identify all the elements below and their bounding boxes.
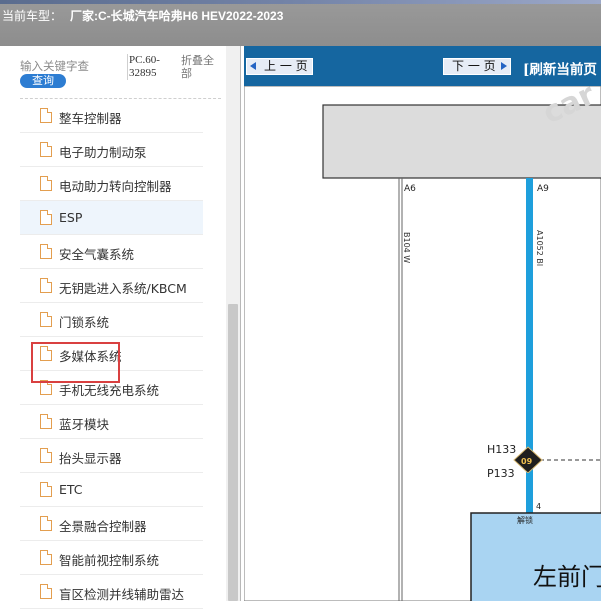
tree-item-keyless-entry[interactable]: 无钥匙进入系统/KBCM — [20, 269, 203, 303]
right-wire-lower — [526, 473, 533, 514]
tree-item-label: ESP — [59, 210, 83, 225]
module-label: 左前门 — [533, 563, 601, 591]
tree-item-brake-booster[interactable]: 电子助力制动泵 — [20, 133, 203, 167]
collapse-all-button[interactable]: 折叠全部 — [181, 54, 221, 80]
vehicle-label: 当前车型： — [2, 9, 63, 23]
tree-item-label: 多媒体系统 — [59, 349, 122, 364]
tree-list: 整车控制器 电子助力制动泵 电动助力转向控制器 ESP 安全气囊系统 无钥匙进入… — [20, 99, 203, 609]
sidebar: 查询 PC.60-32895 折叠全部 整车控制器 电子助力制动泵 电动助力转向… — [0, 46, 241, 609]
arrow-left-icon — [250, 62, 256, 70]
document-icon — [40, 176, 52, 191]
tree-item-label: 全景融合控制器 — [59, 519, 147, 534]
tree-item-eps[interactable]: 电动助力转向控制器 — [20, 167, 203, 201]
tree-item-blind-spot[interactable]: 盲区检测并线辅助雷达 — [20, 575, 203, 609]
pin-label-left: A6 — [404, 184, 416, 194]
document-icon — [40, 448, 52, 463]
document-icon — [40, 244, 52, 259]
document-icon — [40, 414, 52, 429]
search-input[interactable] — [20, 58, 120, 74]
pin-label-right: A9 — [537, 184, 549, 194]
next-page-label: 下 一 页 — [452, 59, 496, 73]
document-icon — [40, 550, 52, 565]
tree-item-label: 整车控制器 — [59, 111, 122, 126]
wire-label-left: B104 W — [402, 232, 411, 263]
tree-item-bluetooth[interactable]: 蓝牙模块 — [20, 405, 203, 439]
diagram-panel: CY car A6 B104 W A9 A1052 Bl 09 H133 P13… — [244, 46, 601, 601]
refresh-page-link[interactable]: [刷新当前页 — [523, 58, 597, 78]
document-icon — [40, 210, 52, 225]
document-icon — [40, 278, 52, 293]
tree-item-label: 门锁系统 — [59, 315, 110, 330]
connector-number: 09 — [521, 457, 533, 466]
tree-item-etc[interactable]: ETC — [20, 473, 203, 507]
document-icon — [40, 380, 52, 395]
diagram-toolbar: 上 一 页 下 一 页 [刷新当前页 — [244, 46, 601, 86]
document-icon — [40, 346, 52, 361]
tree-item-label: 电子助力制动泵 — [59, 145, 147, 160]
tree-item-label: 蓝牙模块 — [59, 417, 110, 432]
connector-label-top: H133 — [487, 443, 516, 456]
title-bar-accent — [0, 0, 601, 4]
document-icon — [40, 142, 52, 157]
document-icon — [40, 312, 52, 327]
tree-item-label: 手机无线充电系统 — [59, 383, 160, 398]
tree-item-label: ETC — [59, 482, 83, 497]
tree-item-door-lock[interactable]: 门锁系统 — [20, 303, 203, 337]
tree-item-label: 电动助力转向控制器 — [59, 179, 172, 194]
vehicle-name: 厂家:C-长城汽车哈弗H6 HEV2022-2023 — [70, 9, 284, 23]
tree-item-multimedia[interactable]: 多媒体系统 — [20, 337, 203, 371]
tree-item-vcu[interactable]: 整车控制器 — [20, 99, 203, 133]
prev-page-button[interactable]: 上 一 页 — [246, 58, 313, 75]
arrow-right-icon — [501, 62, 507, 70]
pc-code: PC.60-32895 — [127, 54, 173, 80]
prev-page-label: 上 一 页 — [264, 59, 308, 73]
sidebar-scrollbar[interactable] — [226, 46, 240, 601]
pin-number: 4 — [536, 502, 541, 511]
document-icon — [40, 108, 52, 123]
unlock-label: 解锁 — [517, 515, 533, 525]
tree-item-panoramic[interactable]: 全景融合控制器 — [20, 507, 203, 541]
tree-item-label: 安全气囊系统 — [59, 247, 135, 262]
connector-label-bottom: P133 — [487, 467, 515, 480]
tree-item-wireless-charging[interactable]: 手机无线充电系统 — [20, 371, 203, 405]
query-button[interactable]: 查询 — [20, 74, 66, 88]
title-bar: 当前车型： 厂家:C-长城汽车哈弗H6 HEV2022-2023 — [0, 0, 601, 46]
wiring-diagram: CY car A6 B104 W A9 A1052 Bl 09 H133 P13… — [244, 46, 601, 601]
tree-item-hud[interactable]: 抬头显示器 — [20, 439, 203, 473]
tree-item-label: 智能前视控制系统 — [59, 553, 160, 568]
tree-item-front-view[interactable]: 智能前视控制系统 — [20, 541, 203, 575]
tree-item-label: 盲区检测并线辅助雷达 — [59, 587, 185, 602]
tree-item-label: 无钥匙进入系统/KBCM — [59, 281, 187, 296]
document-icon — [40, 482, 52, 497]
tree-item-esp[interactable]: ESP — [20, 201, 203, 235]
tree-item-label: 抬头显示器 — [59, 451, 122, 466]
scrollbar-thumb[interactable] — [228, 304, 238, 601]
next-page-button[interactable]: 下 一 页 — [443, 58, 511, 75]
document-icon — [40, 584, 52, 599]
wire-label-right: A1052 Bl — [535, 230, 544, 266]
tree-item-airbag[interactable]: 安全气囊系统 — [20, 235, 203, 269]
document-icon — [40, 516, 52, 531]
